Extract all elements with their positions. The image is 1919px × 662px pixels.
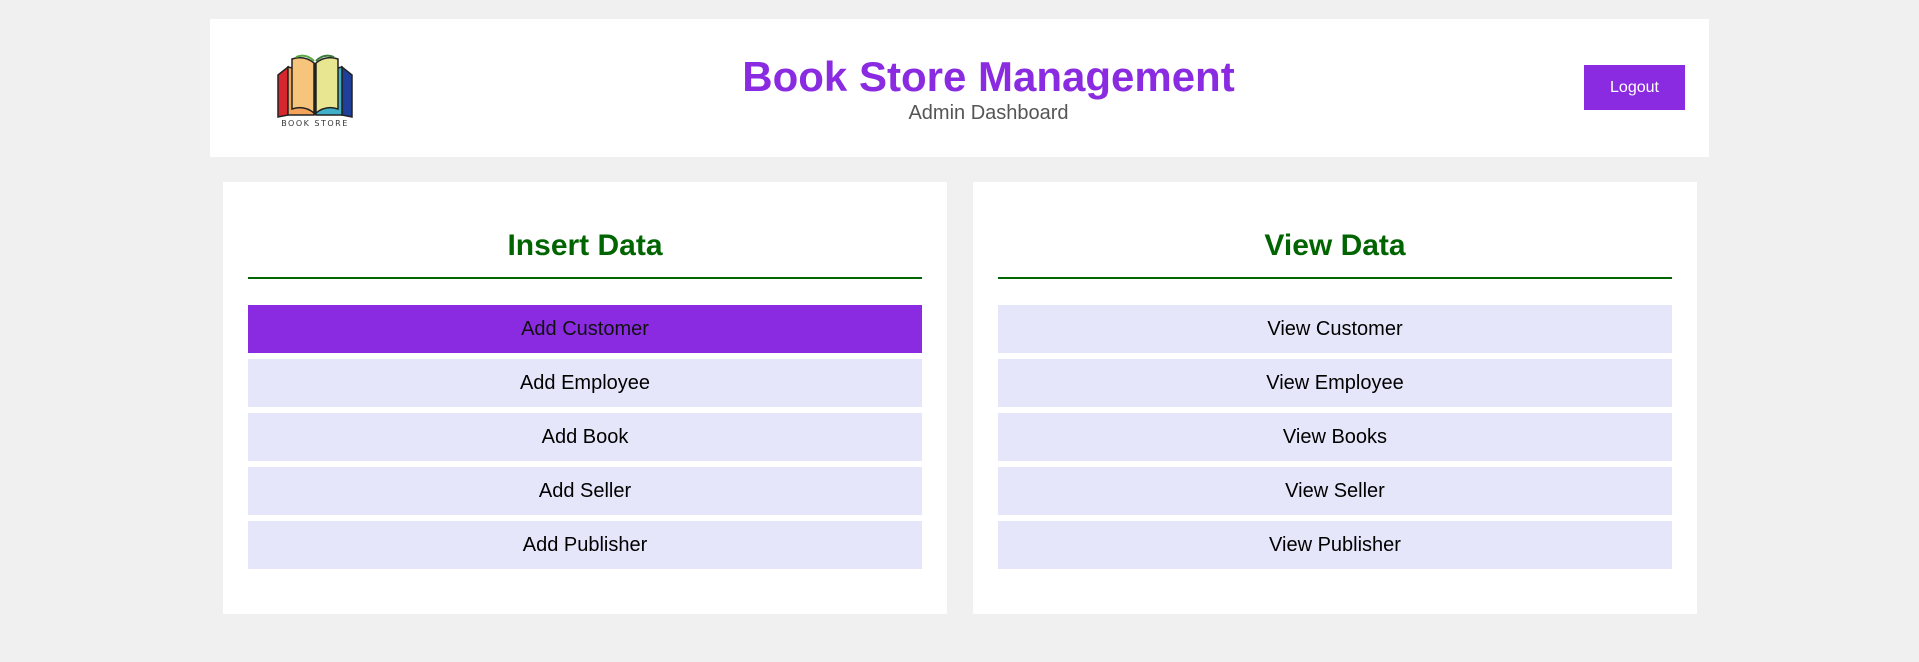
add-customer-button[interactable]: Add Customer — [248, 305, 922, 353]
view-data-title: View Data — [1264, 229, 1406, 262]
view-button-list: View Customer View Employee View Books V… — [998, 305, 1672, 575]
view-seller-button[interactable]: View Seller — [998, 467, 1672, 515]
insert-data-title: Insert Data — [507, 229, 663, 262]
add-book-button[interactable]: Add Book — [248, 413, 922, 461]
view-employee-button[interactable]: View Employee — [998, 359, 1672, 407]
logout-button[interactable]: Logout — [1584, 65, 1685, 110]
view-data-panel: View Data View Customer View Employee Vi… — [973, 182, 1697, 614]
view-publisher-button[interactable]: View Publisher — [998, 521, 1672, 569]
add-seller-button[interactable]: Add Seller — [248, 467, 922, 515]
view-customer-button[interactable]: View Customer — [998, 305, 1672, 353]
app-header: BOOK STORE Book Store Management Admin D… — [210, 19, 1709, 157]
view-books-button[interactable]: View Books — [998, 413, 1672, 461]
page: BOOK STORE Book Store Management Admin D… — [0, 0, 1919, 662]
view-data-divider — [998, 277, 1672, 279]
insert-data-panel: Insert Data Add Customer Add Employee Ad… — [223, 182, 947, 614]
page-title: Book Store Management — [742, 53, 1235, 100]
add-employee-button[interactable]: Add Employee — [248, 359, 922, 407]
insert-data-divider — [248, 277, 922, 279]
add-publisher-button[interactable]: Add Publisher — [248, 521, 922, 569]
title-block: Book Store Management Admin Dashboard — [210, 52, 1767, 124]
insert-button-list: Add Customer Add Employee Add Book Add S… — [248, 305, 922, 575]
page-subtitle: Admin Dashboard — [908, 102, 1069, 124]
